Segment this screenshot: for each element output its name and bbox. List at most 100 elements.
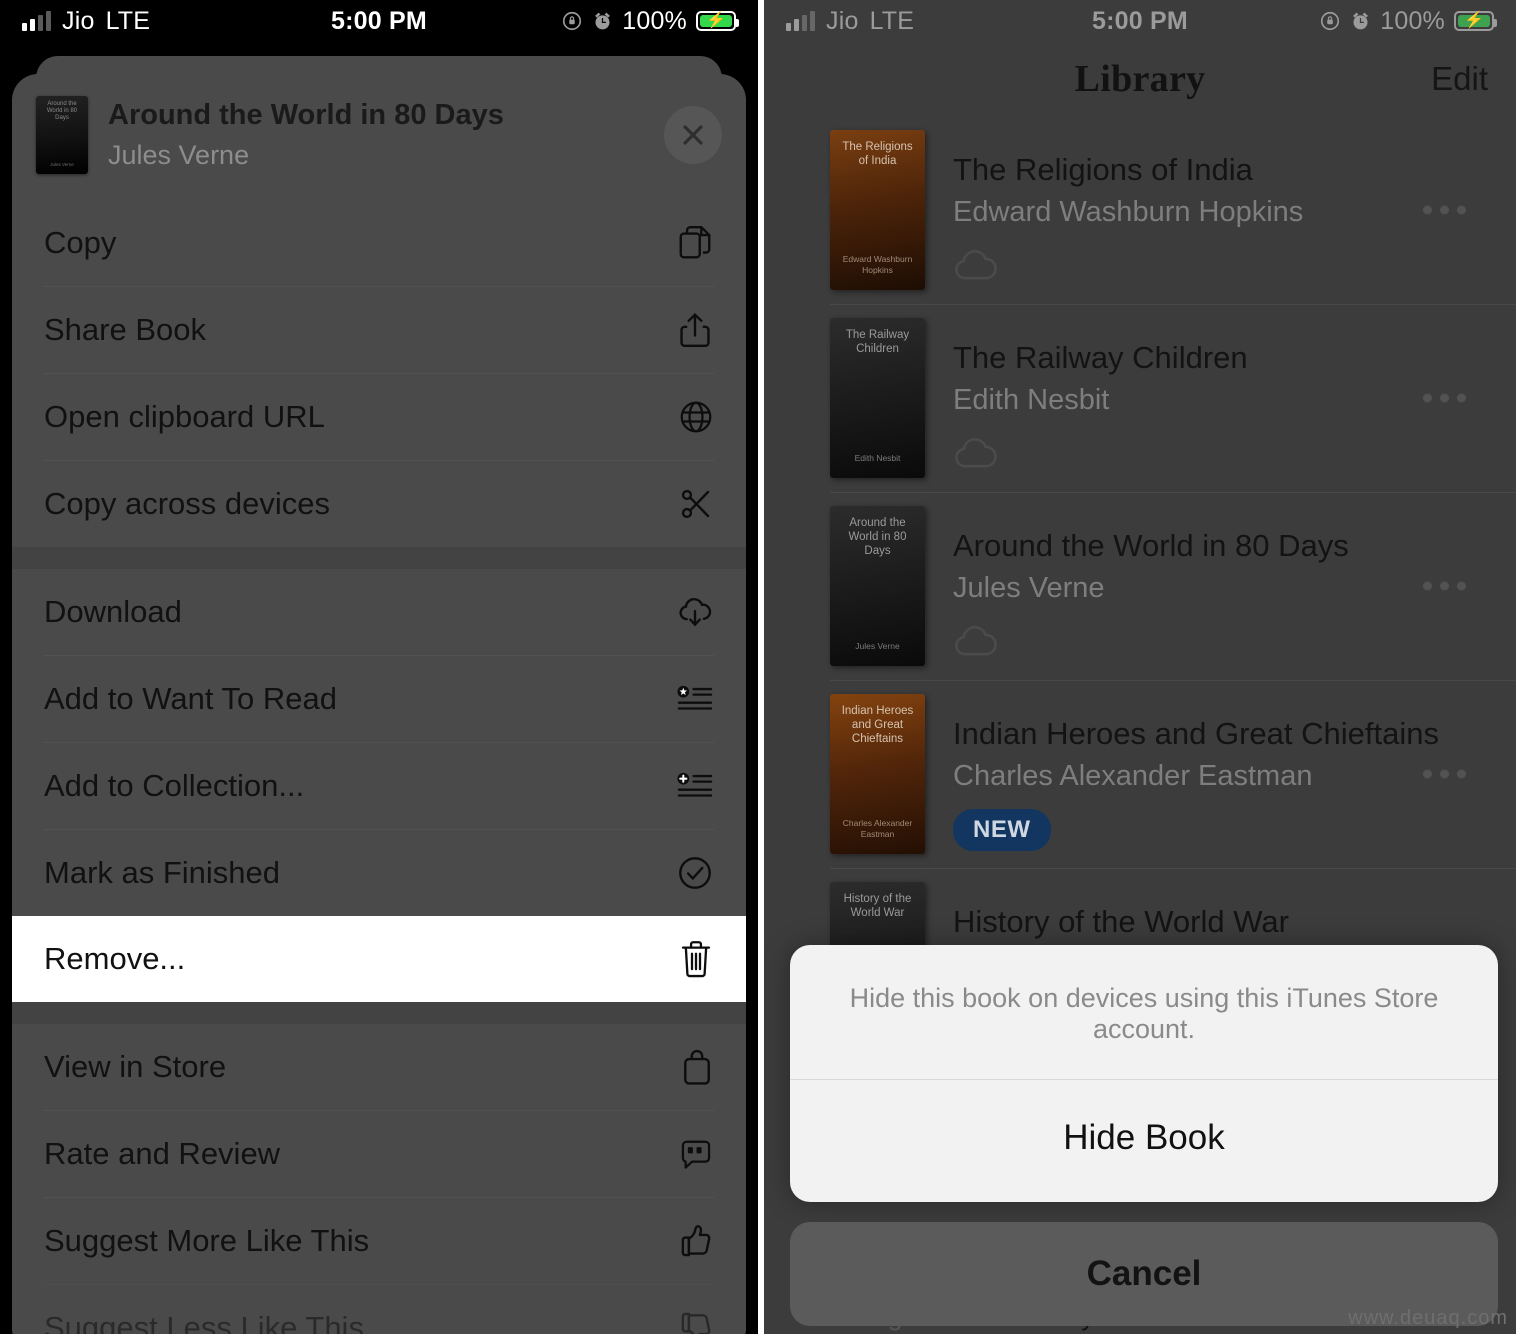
rotation-lock-icon bbox=[561, 10, 583, 32]
cover-title: Indian Heroes and Great Chieftains bbox=[841, 705, 914, 745]
right-phone-screen: Jio LTE 5:00 PM 100% ⚡ Library Edit The … bbox=[758, 0, 1516, 1334]
menu-group-divider-2 bbox=[12, 1002, 746, 1024]
status-bar-right-group: 100% ⚡ bbox=[561, 6, 739, 36]
book-title: History of the World War bbox=[953, 904, 1289, 939]
thumbs-down-icon bbox=[670, 1309, 714, 1334]
book-cover: Indian Heroes and Great Chieftains Charl… bbox=[830, 694, 925, 854]
book-info: Around the World in 80 Days Jules Verne bbox=[953, 506, 1488, 666]
book-title: Indian Heroes and Great Chieftains bbox=[953, 716, 1439, 751]
table-row[interactable]: Indian Heroes and Great Chieftains Charl… bbox=[764, 680, 1516, 868]
book-list: The Religions of India Edward Washburn H… bbox=[764, 116, 1516, 1056]
book-author: Jules Verne bbox=[953, 571, 1105, 604]
cloud-icon[interactable] bbox=[953, 250, 997, 282]
more-dots-icon[interactable] bbox=[1423, 769, 1466, 779]
menu-group-3: View in Store Rate and Review Suggest Mo… bbox=[12, 1024, 746, 1334]
book-info: The Religions of India Edward Washburn H… bbox=[953, 130, 1488, 290]
share-icon bbox=[670, 311, 714, 349]
network-label: LTE bbox=[105, 6, 151, 35]
menu-item-label: Rate and Review bbox=[44, 1136, 281, 1171]
table-row[interactable]: The Religions of India Edward Washburn H… bbox=[764, 116, 1516, 304]
cover-title: Around the World in 80 Days bbox=[46, 101, 78, 121]
book-status bbox=[953, 245, 1488, 287]
globe-icon bbox=[670, 399, 714, 435]
book-cover: The Religions of India Edward Washburn H… bbox=[830, 130, 925, 290]
menu-item-suggest-more-like-this[interactable]: Suggest More Like This bbox=[44, 1197, 714, 1284]
cover-title: The Religions of India bbox=[842, 141, 913, 167]
book-context-menu-sheet: Around the World in 80 Days Jules Verne … bbox=[12, 74, 746, 1334]
book-title: Around the World in 80 Days bbox=[953, 528, 1349, 563]
menu-item-open-clipboard-url[interactable]: Open clipboard URL bbox=[44, 373, 714, 460]
battery-percent-label: 100% bbox=[622, 6, 687, 35]
status-bar-left-group: Jio LTE bbox=[786, 7, 914, 36]
menu-item-copy-across-devices[interactable]: Copy across devices bbox=[44, 460, 714, 547]
book-author: Jules Verne bbox=[108, 140, 250, 171]
menu-item-suggest-less-like-this[interactable]: Suggest Less Like This bbox=[44, 1284, 714, 1334]
menu-item-label: Share Book bbox=[44, 312, 206, 347]
scissors-icon bbox=[670, 486, 714, 522]
add-to-list-plus-icon bbox=[670, 770, 714, 802]
edit-button[interactable]: Edit bbox=[1431, 60, 1488, 98]
menu-item-add-to-want-to-read[interactable]: Add to Want To Read bbox=[44, 655, 714, 742]
book-author: Edith Nesbit bbox=[953, 383, 1110, 416]
action-sheet: Hide this book on devices using this iTu… bbox=[790, 945, 1498, 1326]
book-title: The Railway Children bbox=[953, 340, 1248, 375]
carrier-label: Jio bbox=[826, 6, 859, 35]
menu-item-mark-as-finished[interactable]: Mark as Finished bbox=[44, 829, 714, 916]
book-status bbox=[953, 433, 1488, 475]
menu-item-label: Download bbox=[44, 594, 182, 629]
more-dots-icon[interactable] bbox=[1423, 581, 1466, 591]
cloud-icon[interactable] bbox=[953, 438, 997, 470]
menu-item-label: Suggest Less Like This bbox=[44, 1310, 364, 1334]
cover-title: The Railway Children bbox=[845, 329, 910, 355]
copy-icon bbox=[670, 224, 714, 262]
menu-item-download[interactable]: Download bbox=[44, 569, 714, 655]
menu-group-1: Copy Share Book Open clipboard URL Copy … bbox=[12, 200, 746, 547]
menu-item-label: Open clipboard URL bbox=[44, 399, 325, 434]
more-dots-icon[interactable] bbox=[1423, 205, 1466, 215]
menu-item-remove[interactable]: Remove... bbox=[12, 916, 746, 1002]
book-title: Around the World in 80 Days bbox=[108, 99, 504, 132]
status-bar-right: Jio LTE 5:00 PM 100% ⚡ bbox=[764, 0, 1516, 42]
menu-item-add-to-collection[interactable]: Add to Collection... bbox=[44, 742, 714, 829]
status-bar-left-group: Jio LTE bbox=[22, 7, 150, 36]
page-title: Library bbox=[1074, 58, 1206, 100]
menu-item-label: Copy across devices bbox=[44, 486, 331, 521]
table-row[interactable]: The Railway Children Edith Nesbit The Ra… bbox=[764, 304, 1516, 492]
menu-item-copy[interactable]: Copy bbox=[44, 200, 714, 286]
action-sheet-panel: Hide this book on devices using this iTu… bbox=[790, 945, 1498, 1202]
menu-item-rate-and-review[interactable]: Rate and Review bbox=[44, 1110, 714, 1197]
thumbs-up-icon bbox=[670, 1222, 714, 1260]
cloud-icon[interactable] bbox=[953, 626, 997, 658]
watermark: www.deuaq.com bbox=[1348, 1307, 1508, 1329]
book-status bbox=[953, 621, 1488, 663]
book-cover: Around the World in 80 Days Jules Verne bbox=[830, 506, 925, 666]
menu-group-divider bbox=[12, 547, 746, 569]
menu-item-label: Add to Collection... bbox=[44, 768, 305, 803]
book-author: Charles Alexander Eastman bbox=[953, 759, 1313, 792]
book-info: The Railway Children Edith Nesbit bbox=[953, 318, 1488, 478]
navigation-bar: Library Edit bbox=[764, 42, 1516, 116]
context-menu-book-text: Around the World in 80 Days Jules Verne bbox=[108, 98, 644, 171]
status-bar-left: Jio LTE 5:00 PM 100% ⚡ bbox=[0, 0, 758, 42]
battery-charging-icon: ⚡ bbox=[696, 11, 739, 31]
cover-author: Edward Washburn Hopkins bbox=[842, 254, 913, 275]
close-button[interactable] bbox=[664, 106, 722, 164]
cover-author: Jules Verne bbox=[50, 162, 74, 167]
cloud-download-icon bbox=[670, 593, 714, 631]
book-status: NEW bbox=[953, 809, 1488, 852]
signal-bars-icon bbox=[786, 11, 815, 31]
rotation-lock-icon bbox=[1319, 10, 1341, 32]
left-phone-screen: Jio LTE 5:00 PM 100% ⚡ Around the World … bbox=[0, 0, 758, 1334]
battery-percent-label: 100% bbox=[1380, 6, 1445, 35]
table-row[interactable]: Around the World in 80 Days Jules Verne … bbox=[764, 492, 1516, 680]
close-icon bbox=[677, 119, 709, 151]
menu-item-share-book[interactable]: Share Book bbox=[44, 286, 714, 373]
alarm-clock-icon bbox=[592, 11, 613, 32]
hide-book-button[interactable]: Hide Book bbox=[790, 1080, 1498, 1202]
alarm-clock-icon bbox=[1350, 11, 1371, 32]
status-badge: NEW bbox=[953, 809, 1051, 852]
more-dots-icon[interactable] bbox=[1423, 393, 1466, 403]
carrier-label: Jio bbox=[62, 6, 95, 35]
check-circle-icon bbox=[670, 854, 714, 892]
menu-item-view-in-store[interactable]: View in Store bbox=[44, 1024, 714, 1110]
